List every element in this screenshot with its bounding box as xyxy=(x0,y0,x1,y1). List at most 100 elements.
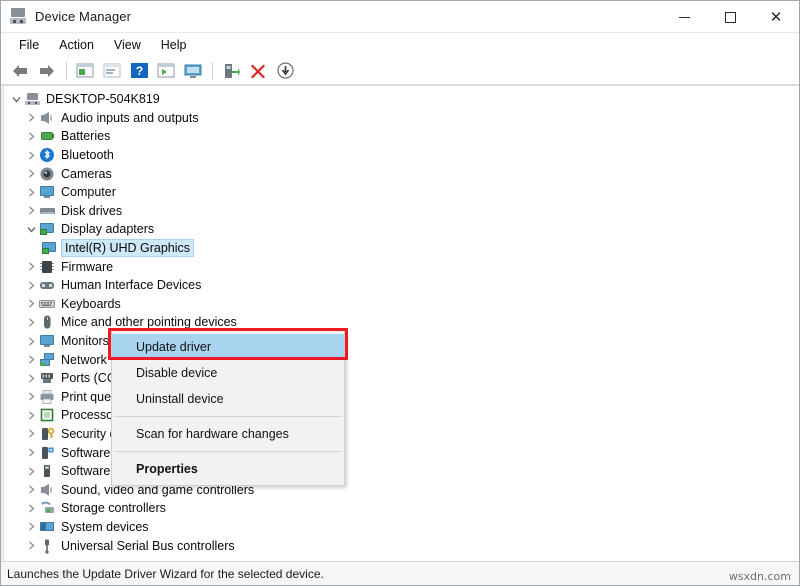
expander-collapsed-icon[interactable] xyxy=(23,128,39,144)
scan-for-hardware-changes-button[interactable] xyxy=(218,59,244,83)
expander-collapsed-icon[interactable] xyxy=(23,147,39,163)
expander-expanded-icon[interactable] xyxy=(8,91,24,107)
software-component-icon xyxy=(39,445,56,461)
expander-collapsed-icon[interactable] xyxy=(23,110,39,126)
tree-item-label: Mice and other pointing devices xyxy=(61,315,237,330)
context-menu: Update driver Disable device Uninstall d… xyxy=(111,330,345,486)
device-tree-panel[interactable]: DESKTOP-504K819 Audio inputs and outputs xyxy=(1,85,799,561)
tree-item-label: Display adapters xyxy=(61,222,155,237)
storage-controller-icon xyxy=(39,500,56,516)
expander-collapsed-icon[interactable] xyxy=(23,259,39,275)
context-menu-item-uninstall-device[interactable]: Uninstall device xyxy=(112,386,344,412)
back-button[interactable] xyxy=(7,59,33,83)
tree-item-label: Firmware xyxy=(61,259,114,274)
menu-action[interactable]: Action xyxy=(49,35,104,55)
watermark: wsxdn.com xyxy=(728,570,791,583)
tree-item-label: Intel(R) UHD Graphics xyxy=(60,239,195,258)
context-menu-item-properties[interactable]: Properties xyxy=(112,456,344,482)
maximize-icon xyxy=(724,11,736,23)
expander-collapsed-icon[interactable] xyxy=(23,538,39,554)
close-button[interactable]: ✕ xyxy=(753,1,799,33)
expander-expanded-icon[interactable] xyxy=(23,221,39,237)
tree-item-storage-controllers[interactable]: Storage controllers xyxy=(1,499,799,518)
expander-collapsed-icon[interactable] xyxy=(23,463,39,479)
toolbar-separator-2 xyxy=(212,61,213,80)
tree-item-human-interface-devices[interactable]: Human Interface Devices xyxy=(1,276,799,295)
expander-collapsed-icon[interactable] xyxy=(23,500,39,516)
device-tree: DESKTOP-504K819 Audio inputs and outputs xyxy=(1,88,799,561)
context-menu-item-disable-device[interactable]: Disable device xyxy=(112,360,344,386)
menu-view[interactable]: View xyxy=(104,35,151,55)
menu-help[interactable]: Help xyxy=(151,35,197,55)
expander-collapsed-icon[interactable] xyxy=(23,333,39,349)
properties-window-icon xyxy=(103,63,121,78)
tree-item-keyboards[interactable]: Keyboards xyxy=(1,295,799,314)
help-button[interactable]: ? xyxy=(126,59,152,83)
show-console-tree-button[interactable] xyxy=(72,59,98,83)
uninstall-device-button[interactable] xyxy=(245,59,271,83)
disable-device-button[interactable] xyxy=(272,59,298,83)
context-menu-separator-1 xyxy=(114,416,342,417)
tree-item-label: Bluetooth xyxy=(61,148,114,163)
tree-item-batteries[interactable]: Batteries xyxy=(1,127,799,146)
maximize-button[interactable] xyxy=(707,1,753,33)
hid-icon xyxy=(39,277,56,293)
expander-collapsed-icon[interactable] xyxy=(23,426,39,442)
properties-window-button[interactable] xyxy=(99,59,125,83)
tree-item-disk-drives[interactable]: Disk drives xyxy=(1,202,799,221)
keyboard-icon xyxy=(39,296,56,312)
forward-icon xyxy=(40,64,54,77)
forward-button[interactable] xyxy=(34,59,60,83)
expander-collapsed-icon[interactable] xyxy=(23,277,39,293)
menu-file[interactable]: File xyxy=(9,35,49,55)
tree-item-audio-inputs-and-outputs[interactable]: Audio inputs and outputs xyxy=(1,109,799,128)
expander-collapsed-icon[interactable] xyxy=(23,166,39,182)
processor-icon xyxy=(39,407,56,423)
expander-collapsed-icon[interactable] xyxy=(23,184,39,200)
update-driver-icon xyxy=(184,64,202,78)
tree-item-bluetooth[interactable]: Bluetooth xyxy=(1,146,799,165)
tree-root-node[interactable]: DESKTOP-504K819 xyxy=(1,90,799,109)
disable-device-icon xyxy=(276,62,294,79)
scan-for-hardware-changes-icon xyxy=(225,63,240,78)
expander-collapsed-icon[interactable] xyxy=(23,482,39,498)
status-bar: Launches the Update Driver Wizard for th… xyxy=(1,561,799,585)
expander-collapsed-icon[interactable] xyxy=(23,370,39,386)
bluetooth-icon xyxy=(39,147,56,163)
device-manager-icon xyxy=(10,8,27,25)
tree-item-mice-and-other-pointing-devices[interactable]: Mice and other pointing devices xyxy=(1,313,799,332)
tree-item-label: Universal Serial Bus controllers xyxy=(61,538,235,553)
tree-item-computer[interactable]: Computer xyxy=(1,183,799,202)
battery-icon xyxy=(39,128,56,144)
usb-icon xyxy=(39,538,56,554)
expander-collapsed-icon[interactable] xyxy=(23,407,39,423)
context-menu-item-update-driver[interactable]: Update driver xyxy=(112,334,344,360)
expander-collapsed-icon[interactable] xyxy=(23,519,39,535)
window-controls: ✕ xyxy=(661,1,799,33)
tree-item-label: Monitors xyxy=(61,334,109,349)
update-driver-button[interactable] xyxy=(180,59,206,83)
tree-item-system-devices[interactable]: System devices xyxy=(1,518,799,537)
help-icon: ? xyxy=(130,63,148,78)
network-adapter-icon xyxy=(39,352,56,368)
tree-item-universal-serial-bus-controllers[interactable]: Universal Serial Bus controllers xyxy=(1,536,799,555)
expander-collapsed-icon[interactable] xyxy=(23,389,39,405)
tree-item-label: Cameras xyxy=(61,166,112,181)
context-menu-item-scan-for-hardware-changes[interactable]: Scan for hardware changes xyxy=(112,421,344,447)
expander-collapsed-icon[interactable] xyxy=(23,352,39,368)
tree-item-intel-uhd-graphics[interactable]: Intel(R) UHD Graphics xyxy=(1,239,799,258)
expander-collapsed-icon[interactable] xyxy=(23,203,39,219)
expander-collapsed-icon[interactable] xyxy=(23,314,39,330)
tree-item-firmware[interactable]: Firmware xyxy=(1,257,799,276)
expander-collapsed-icon[interactable] xyxy=(23,296,39,312)
tree-item-cameras[interactable]: Cameras xyxy=(1,164,799,183)
tree-item-label: System devices xyxy=(61,519,149,534)
toolbar-separator-1 xyxy=(66,61,67,80)
minimize-button[interactable] xyxy=(661,1,707,33)
expander-collapsed-icon[interactable] xyxy=(23,445,39,461)
status-text: Launches the Update Driver Wizard for th… xyxy=(7,566,324,581)
tree-root-label: DESKTOP-504K819 xyxy=(46,92,160,107)
tree-item-display-adapters[interactable]: Display adapters xyxy=(1,220,799,239)
show-hidden-devices-button[interactable] xyxy=(153,59,179,83)
back-icon xyxy=(13,64,27,77)
